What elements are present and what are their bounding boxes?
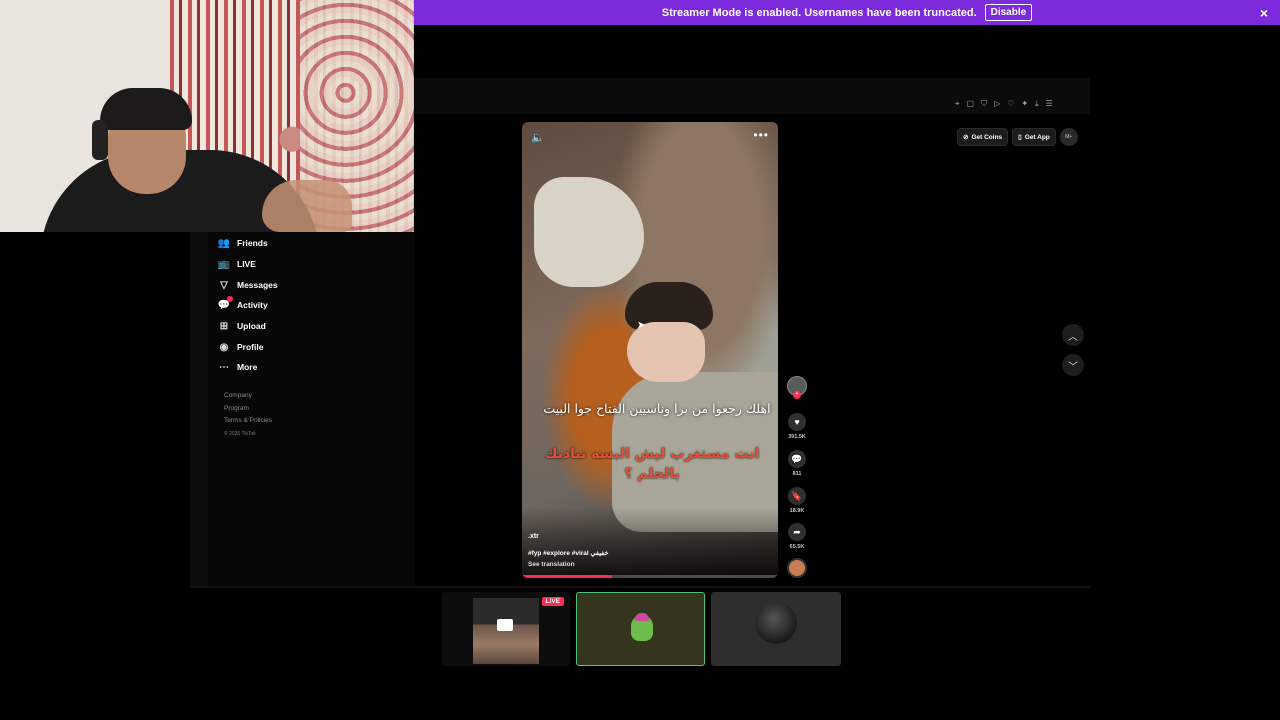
close-icon[interactable]: × [1260,5,1268,21]
streamer-hair [100,88,192,130]
comment-action[interactable]: 💬 811 [787,450,807,477]
heart-outline-icon[interactable]: ♡ [1007,99,1014,109]
notification-dot [227,296,233,302]
download-icon[interactable]: ⤓ [1035,99,1039,109]
previous-video-button[interactable]: ︿ [1062,324,1084,346]
music-disc-icon[interactable] [787,558,807,578]
save-action[interactable]: 🔖 18.9K [787,487,807,514]
puzzle-icon[interactable]: ✦ [1021,99,1028,109]
get-app-button[interactable]: ▯ Get App [1012,128,1056,146]
video-progress-bar[interactable] [522,575,778,578]
menu-icon[interactable]: ☰ [1046,99,1053,109]
sidebar-item-more[interactable]: ⋯ More [218,360,257,374]
get-coins-button[interactable]: ⊘ Get Coins [957,128,1009,146]
scene-thumbnail-live[interactable]: LIVE [442,592,570,666]
sleeper-face [627,322,705,382]
save-count: 18.9K [789,508,805,514]
chevron-up-icon: ︿ [1068,331,1078,343]
share-count: 65.5K [789,544,805,550]
headset [92,120,108,160]
sidebar-item-label: More [237,362,258,372]
comment-icon[interactable]: 💬 [788,450,806,468]
sidebar-item-label: Friends [237,238,268,248]
comment-count: 811 [792,471,802,477]
sidebar-item-messages[interactable]: ▽ Messages [218,278,278,292]
like-action[interactable]: ♥ 391.5K [787,413,807,440]
sidebar-item-live[interactable]: 📺 LIVE [218,257,256,271]
sidebar-item-label: Profile [237,342,264,352]
upload-icon: ⊞ [219,320,229,332]
video-player[interactable]: 🔈 ••• اهلك رجعوا من برا وناسيين الفتاح ج… [522,122,778,578]
pin-icon[interactable]: ⌖ [955,99,960,109]
video-hashtags[interactable]: #fyp #explore #viral خفيفي [528,549,609,557]
sidebar-item-friends[interactable]: 👥 Friends [218,236,268,250]
pillow [534,177,644,287]
monitor-icon [497,619,513,631]
video-progress-fill [522,575,612,578]
footer-terms-link[interactable]: Terms & Policies [224,415,272,428]
share-action[interactable]: ➦ 65.5K [787,523,807,550]
scene-thumbnail-selected[interactable] [576,592,705,666]
activity-icon: 💬 [218,296,233,311]
divider [190,586,1090,588]
sidebar-rail [190,232,208,587]
friends-icon: 👥 [217,237,231,249]
heart-icon[interactable]: ♥ [788,413,806,431]
caption-white: اهلك رجعوا من برا وناسيين الفتاح جوا الب… [543,401,771,416]
live-badge: LIVE [541,597,564,606]
video-username[interactable]: .xtr [528,533,539,540]
sidebar-item-label: Upload [237,321,266,331]
streamer-mode-banner: Streamer Mode is enabled. Usernames have… [414,0,1280,25]
more-options-icon[interactable]: ••• [753,128,769,142]
shield-icon[interactable]: ⛉ [981,99,987,109]
thumbnail-preview [473,598,539,664]
avatar[interactable]: M+ [1059,128,1078,146]
streamer-hand [262,180,352,232]
next-video-button[interactable]: ﹀ [1062,354,1084,376]
play-icon[interactable]: ▷ [994,99,1000,109]
webcam-overlay [0,0,414,232]
disable-button[interactable]: Disable [984,4,1033,21]
sphere-image [755,602,797,644]
sidebar-item-label: Messages [237,280,278,290]
sidebar-item-activity[interactable]: 💬 Activity [218,296,268,312]
copyright: © 2026 TikTok [224,430,256,437]
phone-icon: ▯ [1018,134,1022,141]
more-icon: ⋯ [219,361,229,373]
sidebar: 👥 Friends 📺 LIVE ▽ Messages 💬 Activity ⊞… [190,232,415,587]
caption-red: انت مستغرب ليش البسه تناديك بالحلم ؟ [544,446,760,482]
sidebar-item-label: Activity [237,300,268,310]
toolbar-icons: ⌖ ▢ ⛉ ▷ ♡ ✦ ⤓ ☰ [955,99,1053,109]
top-right-actions: ⊘ Get Coins ▯ Get App M+ [957,128,1078,146]
coin-icon: ⊘ [963,134,969,141]
share-icon[interactable]: ➦ [788,523,806,541]
banner-message: Streamer Mode is enabled. Usernames have… [661,6,977,19]
volume-icon[interactable]: 🔈 [531,131,545,144]
sidebar-item-upload[interactable]: ⊞ Upload [218,319,266,333]
see-translation-link[interactable]: See translation [528,561,575,568]
footer-company-link[interactable]: Company [224,390,272,403]
messages-icon: ▽ [220,279,228,291]
square-icon[interactable]: ▢ [967,99,975,109]
sidebar-item-label: LIVE [237,259,256,269]
mouse-cursor-icon: ➤ [637,320,646,331]
frog-hat [635,613,649,621]
bookmark-icon[interactable]: 🔖 [788,487,806,505]
screen: Streamer Mode is enabled. Usernames have… [0,0,1280,720]
scene-thumbnail-dark[interactable] [711,592,841,666]
footer-program-link[interactable]: Program [224,403,272,416]
like-count: 391.5K [788,434,806,440]
follow-plus-icon[interactable]: + [793,391,801,399]
profile-icon: ◉ [219,341,229,353]
sidebar-item-profile[interactable]: ◉ Profile [218,340,264,354]
live-icon: 📺 [217,258,231,270]
footer-links: Company Program Terms & Policies © 2026 … [224,390,272,440]
chevron-down-icon: ﹀ [1068,361,1078,373]
